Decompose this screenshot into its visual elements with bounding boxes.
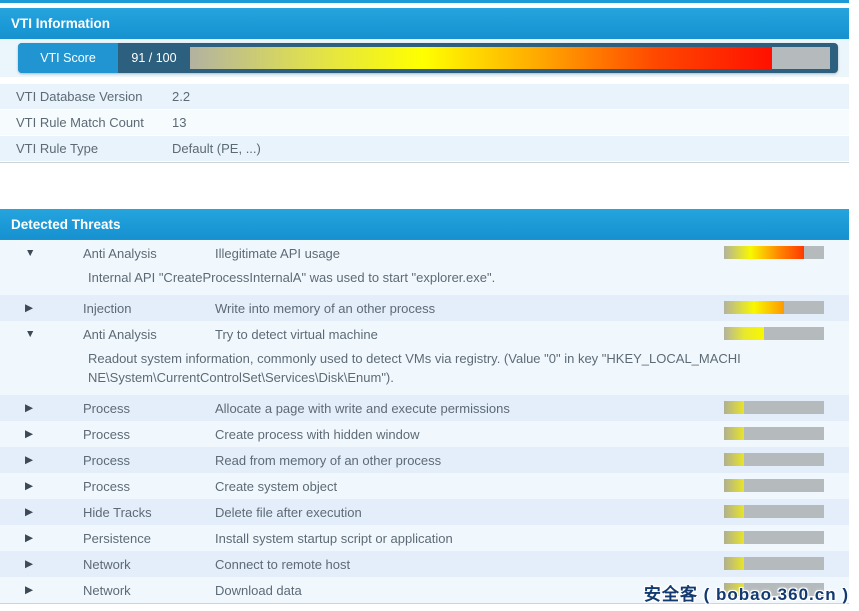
vti-info-label: VTI Database Version [0, 89, 172, 104]
threat-score-bar [724, 557, 824, 570]
threat-score-bar [724, 246, 824, 259]
detected-threats-title: Detected Threats [11, 217, 121, 232]
threat-row[interactable]: ▶ Injection Write into memory of an othe… [0, 295, 849, 321]
threat-category: Process [83, 453, 215, 468]
vti-score-label: VTI Score [18, 43, 118, 73]
threat-category: Persistence [83, 531, 215, 546]
threat-row[interactable]: ▶ Persistence Install system startup scr… [0, 525, 849, 551]
threat-score-bar [724, 453, 824, 466]
threat-category: Network [83, 583, 215, 598]
threat-row[interactable]: ▼ Anti Analysis Try to detect virtual ma… [0, 321, 849, 347]
threat-row[interactable]: ▶ Process Read from memory of an other p… [0, 447, 849, 473]
expand-caret-icon[interactable]: ▶ [0, 402, 83, 414]
expand-caret-icon[interactable]: ▶ [0, 480, 83, 492]
threat-detail: Internal API "CreateProcessInternalA" wa… [0, 266, 750, 295]
threat-block: ▶ Network Connect to remote host [0, 551, 849, 577]
threat-score-bar [724, 401, 824, 414]
threat-score-fill [724, 531, 744, 544]
threat-score-fill [724, 301, 784, 314]
threat-block: ▶ Process Create process with hidden win… [0, 421, 849, 447]
expand-caret-icon[interactable]: ▶ [0, 532, 83, 544]
threat-block: ▼ Anti Analysis Illegitimate API usage I… [0, 240, 849, 295]
threat-score-bar [724, 505, 824, 518]
threat-category: Network [83, 557, 215, 572]
threat-block: ▶ Process Read from memory of an other p… [0, 447, 849, 473]
threat-category: Process [83, 401, 215, 416]
threat-score-bar [724, 427, 824, 440]
threat-score-fill [724, 246, 804, 259]
threat-row[interactable]: ▶ Process Create process with hidden win… [0, 421, 849, 447]
threat-row[interactable]: ▶ Process Create system object [0, 473, 849, 499]
threat-block: ▶ Hide Tracks Delete file after executio… [0, 499, 849, 525]
threat-category: Hide Tracks [83, 505, 215, 520]
threat-score-fill [724, 505, 744, 518]
vti-score-row: VTI Score 91 / 100 [0, 39, 849, 77]
expand-caret-icon[interactable]: ▶ [0, 454, 83, 466]
vti-info-row: VTI Rule Type Default (PE, ...) [0, 136, 849, 162]
vti-info-label: VTI Rule Type [0, 141, 172, 156]
threat-block: ▶ Process Create system object [0, 473, 849, 499]
vti-score-widget: VTI Score 91 / 100 [18, 43, 838, 73]
expand-caret-icon[interactable]: ▶ [0, 302, 83, 314]
previous-panel-edge [0, 0, 849, 3]
vti-info-row: VTI Rule Match Count 13 [0, 110, 849, 136]
expand-caret-icon[interactable]: ▶ [0, 558, 83, 570]
threat-category: Anti Analysis [83, 246, 215, 261]
vti-info-value: 13 [172, 115, 849, 130]
vti-info-value: Default (PE, ...) [172, 141, 849, 156]
watermark: 安全客 ( bobao.360.cn ) [644, 580, 849, 605]
threat-row[interactable]: ▶ Hide Tracks Delete file after executio… [0, 499, 849, 525]
threat-score-fill [724, 479, 744, 492]
expand-caret-icon[interactable]: ▶ [0, 506, 83, 518]
threat-score-fill [724, 401, 744, 414]
vti-info-row: VTI Database Version 2.2 [0, 84, 849, 110]
threat-block: ▶ Process Allocate a page with write and… [0, 395, 849, 421]
vti-info-label: VTI Rule Match Count [0, 115, 172, 130]
expand-caret-icon[interactable]: ▼ [0, 328, 83, 340]
threat-row[interactable]: ▼ Anti Analysis Illegitimate API usage [0, 240, 849, 266]
threat-row[interactable]: ▶ Network Connect to remote host [0, 551, 849, 577]
threat-row[interactable]: ▶ Process Allocate a page with write and… [0, 395, 849, 421]
threat-score-fill [724, 427, 744, 440]
vti-info-value: 2.2 [172, 89, 849, 104]
vti-information-title: VTI Information [11, 16, 110, 31]
threat-category: Process [83, 427, 215, 442]
threat-score-fill [724, 453, 744, 466]
threat-detail: Readout system information, commonly use… [0, 347, 750, 395]
expand-caret-icon[interactable]: ▶ [0, 584, 83, 596]
vti-information-header: VTI Information [0, 8, 849, 39]
vti-score-bar-fill [190, 47, 772, 69]
threat-score-bar [724, 301, 824, 314]
threat-score-bar [724, 479, 824, 492]
threat-score-bar [724, 327, 824, 340]
expand-caret-icon[interactable]: ▶ [0, 428, 83, 440]
threat-score-fill [724, 327, 764, 340]
threats-table: ▼ Anti Analysis Illegitimate API usage I… [0, 240, 849, 604]
expand-caret-icon[interactable]: ▼ [0, 247, 83, 259]
vti-info-table: VTI Database Version 2.2 VTI Rule Match … [0, 84, 849, 163]
vti-score-bar [190, 47, 830, 69]
threat-category: Anti Analysis [83, 327, 215, 342]
vti-information-panel: VTI Information VTI Score 91 / 100 VTI D… [0, 8, 859, 163]
threat-category: Process [83, 479, 215, 494]
section-gap [0, 163, 859, 209]
threat-block: ▼ Anti Analysis Try to detect virtual ma… [0, 321, 849, 395]
threat-block: ▶ Persistence Install system startup scr… [0, 525, 849, 551]
threat-score-bar [724, 531, 824, 544]
vti-score-value: 91 / 100 [118, 51, 190, 65]
detected-threats-panel: Detected Threats ▼ Anti Analysis Illegit… [0, 209, 859, 604]
threat-block: ▶ Injection Write into memory of an othe… [0, 295, 849, 321]
threat-category: Injection [83, 301, 215, 316]
detected-threats-header: Detected Threats [0, 209, 849, 240]
threat-score-fill [724, 557, 744, 570]
